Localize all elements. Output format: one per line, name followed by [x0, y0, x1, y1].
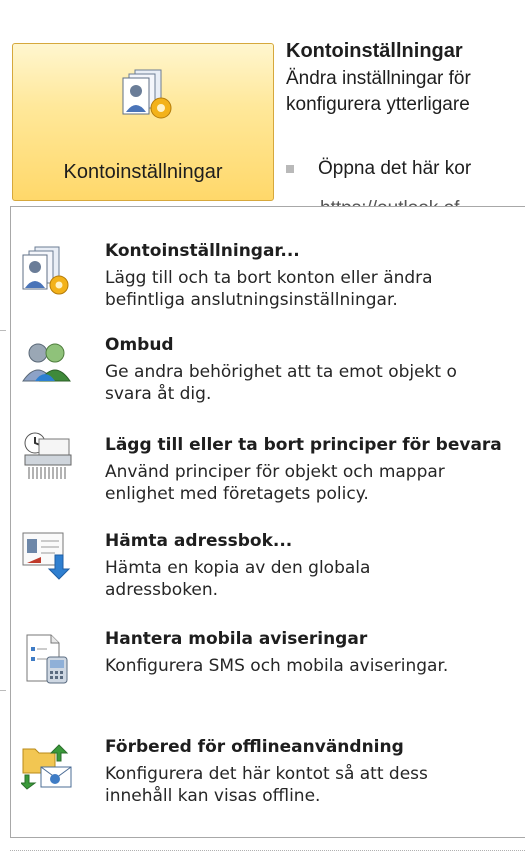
menu-item-title: Hämta adressbok... — [105, 531, 293, 551]
menu-item-desc-line-2: adressboken. — [105, 580, 219, 600]
menu-item-title: Förbered för offlineanvändning — [105, 737, 404, 757]
menu-item-mobile-alerts[interactable]: Hantera mobila aviseringar Konfigurera S… — [11, 625, 525, 725]
menu-item-desc-line-2: innehåll kan visas offline. — [105, 786, 321, 806]
ribbon-description-line-2: konfigurera ytterligare — [286, 94, 470, 115]
open-link-bullet[interactable]: Öppna det här kor — [286, 158, 471, 180]
menu-item-account-settings[interactable]: Kontoinställningar... Lägg till och ta b… — [11, 215, 525, 315]
open-link-text: Öppna det här kor — [318, 158, 472, 179]
ribbon-description-line-1: Ändra inställningar för — [286, 68, 471, 89]
menu-item-title: Kontoinställningar... — [105, 241, 300, 261]
menu-item-title: Lägg till eller ta bort principer för be… — [105, 435, 502, 455]
menu-item-desc-line-2: befintliga anslutningsinställningar. — [105, 290, 398, 310]
menu-item-desc-line-1: Konfigurera det här kontot så att dess — [105, 764, 428, 784]
bullet-icon — [286, 164, 294, 173]
retention-policy-icon — [24, 432, 72, 479]
account-settings-menu: Kontoinställningar... Lägg till och ta b… — [10, 206, 525, 838]
menu-item-retention-policy[interactable]: Lägg till eller ta bort principer för be… — [11, 423, 525, 523]
menu-item-desc-line-1: Ge andra behörighet att ta emot objekt o — [105, 362, 457, 382]
menu-item-desc-line-1: Lägg till och ta bort konton eller ändra — [105, 268, 433, 288]
menu-item-desc-line-1: Använd principer för objekt och mappar — [105, 462, 445, 482]
menu-item-title: Ombud — [105, 335, 174, 355]
menu-item-delegates[interactable]: Ombud Ge andra behörighet att ta emot ob… — [11, 325, 525, 425]
menu-item-desc-line-2: svara åt dig. — [105, 384, 212, 404]
account-settings-icon — [122, 69, 172, 119]
account-settings-button-label: Kontoinställningar — [63, 161, 223, 183]
ribbon-description: Kontoinställningar Ändra inställningar f… — [286, 40, 471, 219]
ribbon-description-title: Kontoinställningar — [286, 40, 463, 62]
menu-item-title: Hantera mobila aviseringar — [105, 629, 368, 649]
divider — [10, 850, 525, 851]
account-settings-button[interactable]: Kontoinställningar — [12, 43, 274, 219]
menu-item-desc-line-1: Konfigurera SMS och mobila aviseringar. — [105, 656, 449, 676]
menu-item-desc-line-1: Hämta en kopia av den globala — [105, 558, 371, 578]
divider — [0, 690, 6, 691]
menu-item-desc-line-2: enlighet med företagets policy. — [105, 484, 369, 504]
divider — [0, 330, 6, 331]
mobile-alerts-icon — [26, 634, 68, 684]
menu-item-offline[interactable]: Förbered för offlineanvändning Konfigure… — [11, 725, 525, 825]
download-address-book-icon — [22, 532, 71, 580]
menu-item-download-address-book[interactable]: Hämta adressbok... Hämta en kopia av den… — [11, 519, 525, 619]
account-settings-icon — [22, 246, 69, 295]
delegates-icon — [22, 343, 71, 382]
offline-icon — [21, 744, 72, 790]
